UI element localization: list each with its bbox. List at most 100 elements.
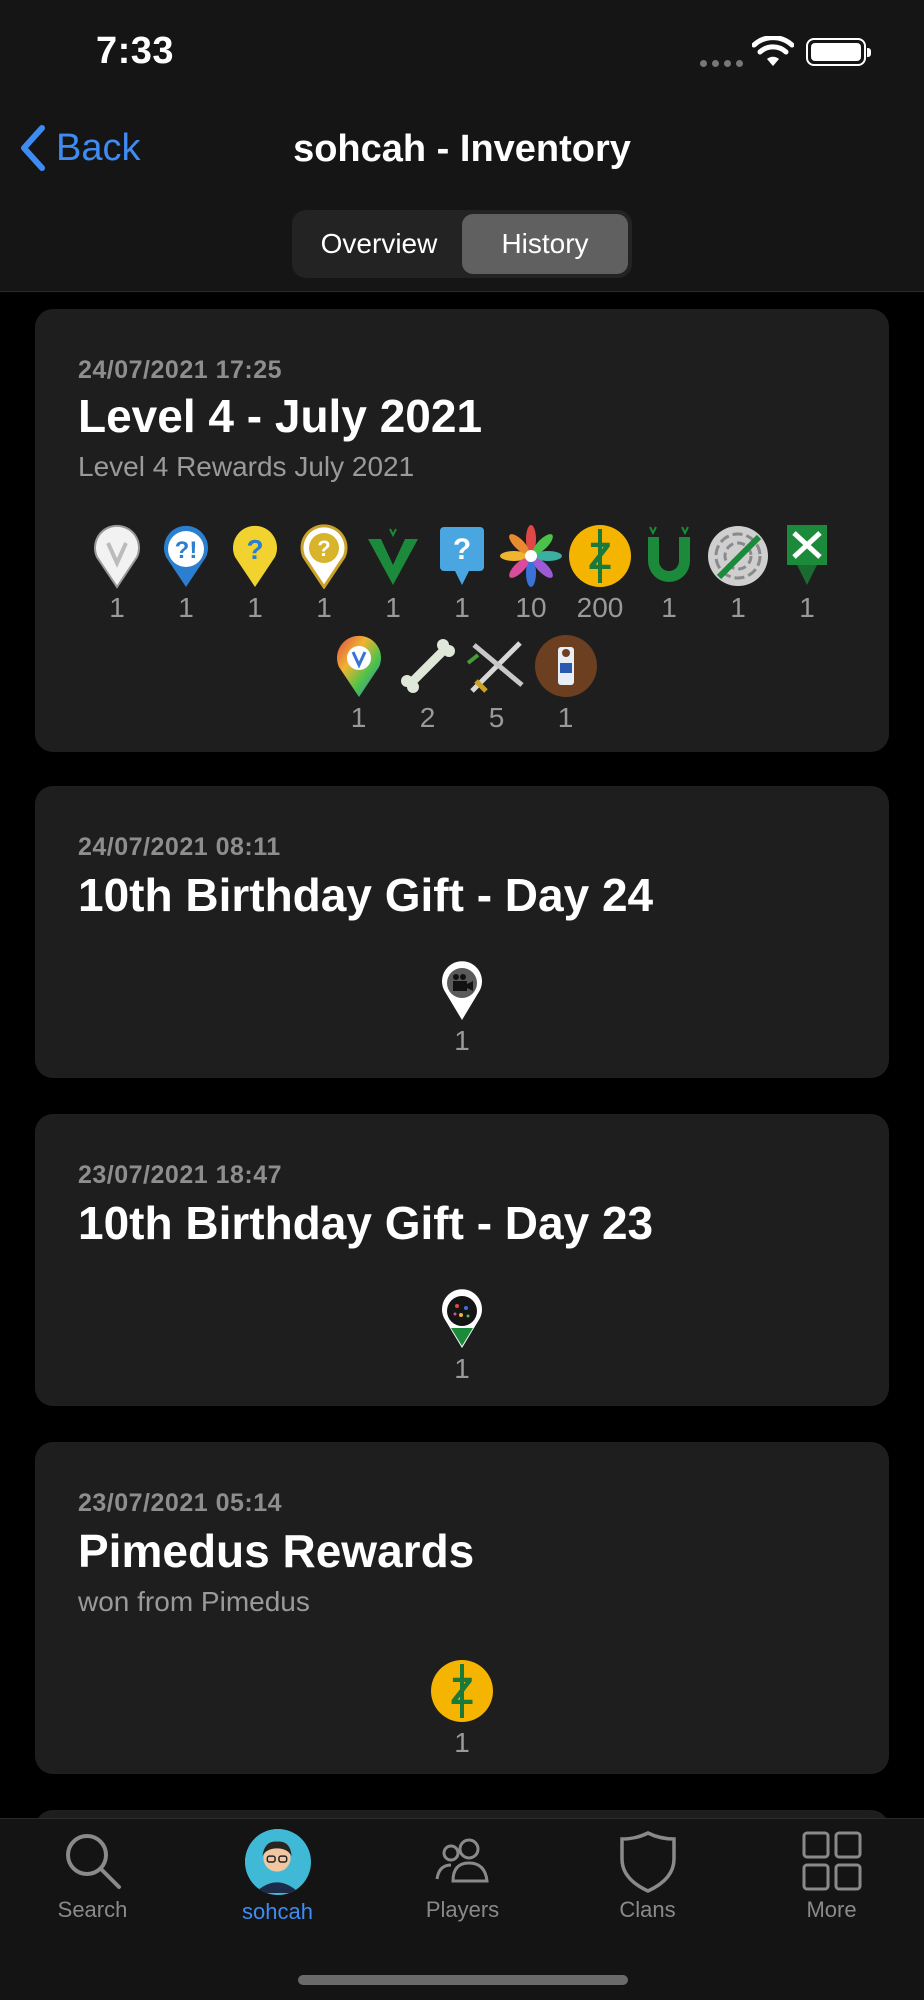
navigation-bar: Back sohcah - Inventory Overview History [0, 110, 924, 292]
reward-item[interactable]: 1 [428, 954, 497, 1057]
history-list[interactable]: 24/07/2021 17:25 Level 4 - July 2021 Lev… [0, 292, 924, 1820]
search-icon [65, 1834, 121, 1889]
reward-quantity: 1 [350, 702, 367, 733]
reward-quantity: 1 [178, 592, 194, 623]
reward-quantity: 1 [385, 592, 401, 623]
tab-label: More [806, 1897, 857, 1922]
card-date: 24/07/2021 08:11 [78, 833, 281, 861]
grid-icon [802, 1831, 861, 1891]
card-subtitle: won from Pimedus [78, 1586, 310, 1617]
card-date: 23/07/2021 05:14 [78, 1489, 283, 1517]
green-v-pin-icon [368, 528, 418, 585]
reward-item[interactable]: 1 [635, 521, 704, 624]
reward-quantity: 1 [454, 1025, 470, 1056]
reward-item[interactable]: ? 1 [428, 521, 497, 624]
crossed-swords-icon [466, 640, 524, 693]
card-title: 10th Birthday Gift - Day 23 [78, 1197, 654, 1249]
reward-quantity: 1 [661, 592, 677, 623]
rainbow-virtual-pin-icon [336, 635, 381, 697]
reward-quantity: 5 [488, 702, 505, 733]
reward-item[interactable]: 1 [428, 1282, 497, 1385]
reward-items-row: 1 [35, 954, 889, 1057]
reward-quantity: 1 [247, 592, 263, 623]
svg-text:?: ? [317, 536, 330, 561]
history-card[interactable]: 24/07/2021 17:25 Level 4 - July 2021 Lev… [35, 309, 889, 752]
svg-text:?!: ?! [175, 537, 198, 564]
reward-items-row: 1 [35, 1282, 889, 1385]
reward-quantity: 1 [109, 592, 125, 623]
maze-icon [708, 525, 768, 586]
avatar [244, 1829, 311, 1895]
card-date: 23/07/2021 18:47 [78, 1161, 283, 1189]
reward-item[interactable]: 1 [359, 521, 428, 624]
cellular-signal-icon [700, 60, 743, 67]
film-camera-pin-icon [442, 960, 482, 1020]
reward-item[interactable]: ? 1 [290, 521, 359, 624]
reward-quantity: 1 [799, 592, 815, 623]
players-icon [435, 1838, 489, 1883]
reward-quantity: 2 [419, 702, 436, 733]
shield-icon [619, 1831, 676, 1893]
tab-label: Clans [619, 1897, 676, 1922]
reward-item[interactable]: ?! 1 [152, 521, 221, 624]
reward-quantity: 1 [730, 592, 746, 623]
card-title: Level 4 - July 2021 [78, 390, 483, 442]
status-bar: 7:33 [0, 0, 924, 110]
white-virtual-pin-icon [94, 524, 140, 589]
segmented-control: Overview History [292, 210, 632, 278]
battery-icon [806, 38, 871, 66]
do-not-disturb-door-icon [534, 634, 597, 697]
reward-quantity: 10 [515, 592, 547, 623]
reward-item[interactable]: 2 [393, 631, 462, 734]
reward-item[interactable]: 1 [531, 631, 600, 734]
reward-quantity: 1 [454, 1353, 470, 1384]
zeecred-coin-icon: Z [569, 524, 631, 587]
tab-label: Search [57, 1897, 128, 1922]
zeecred-coin-icon: Z [431, 1659, 493, 1722]
reward-items-row: 1 ?! 1 ? 1 ? 1 1 ? 1 10 200 1 1 1 [35, 521, 889, 624]
reward-item[interactable]: 1 [324, 631, 393, 734]
avatar-image [244, 1829, 309, 1893]
page-title: sohcah - Inventory [293, 128, 631, 170]
reward-item[interactable]: 1 [704, 521, 773, 624]
tab-clans[interactable]: Clans [555, 1829, 740, 1923]
tab-search[interactable]: Search [0, 1829, 185, 1923]
rainbow-flower-icon [500, 524, 562, 587]
reward-quantity: 1 [454, 1727, 470, 1758]
reward-item[interactable]: 5 [462, 631, 531, 734]
history-card[interactable]: 24/07/2021 08:11 10th Birthday Gift - Da… [35, 786, 889, 1078]
blue-mystery-sign-icon: ? [440, 526, 484, 585]
reward-items-row: 1 2 5 1 [35, 631, 889, 734]
history-card[interactable]: 23/07/2021 05:14 Pimedus Rewards won fro… [35, 1442, 889, 1774]
history-card[interactable]: 23/07/2021 18:47 10th Birthday Gift - Da… [35, 1114, 889, 1406]
gold-mystery-pin-icon: ? [300, 523, 348, 589]
reward-item[interactable]: 1 [83, 521, 152, 624]
reward-item[interactable]: Z 1 [428, 1656, 497, 1759]
card-subtitle: Level 4 Rewards July 2021 [78, 451, 415, 482]
status-time: 7:33 [96, 30, 175, 72]
wifi-icon [752, 36, 794, 66]
tab-bar: Search sohcah Players Clans More [0, 1818, 924, 2000]
tab-label: sohcah [242, 1899, 313, 1924]
reward-quantity: 1 [316, 592, 332, 623]
fireworks-pin-icon [442, 1288, 482, 1348]
tab-more[interactable]: More [739, 1829, 924, 1923]
reward-item[interactable]: ? 1 [221, 521, 290, 624]
mystery-blue-pin-icon: ?! [164, 525, 208, 587]
svg-text:?: ? [246, 534, 263, 565]
card-date: 24/07/2021 17:25 [78, 356, 283, 384]
card-title: Pimedus Rewards [78, 1525, 475, 1577]
reward-quantity: 200 [576, 592, 624, 623]
reward-item[interactable]: Z 200 [566, 521, 635, 624]
segment-overview[interactable]: Overview [296, 214, 462, 274]
segment-history[interactable]: History [462, 214, 628, 274]
tab-players[interactable]: Players [370, 1829, 555, 1923]
reward-item[interactable]: 1 [773, 521, 842, 624]
bone-icon [400, 638, 455, 693]
reward-quantity: 1 [454, 592, 470, 623]
reward-quantity: 1 [557, 702, 574, 733]
yellow-mystery-pin-icon: ? [233, 525, 277, 587]
green-magnet-icon [648, 526, 690, 582]
tab-profile[interactable]: sohcah [185, 1829, 370, 1925]
reward-item[interactable]: 10 [497, 521, 566, 624]
